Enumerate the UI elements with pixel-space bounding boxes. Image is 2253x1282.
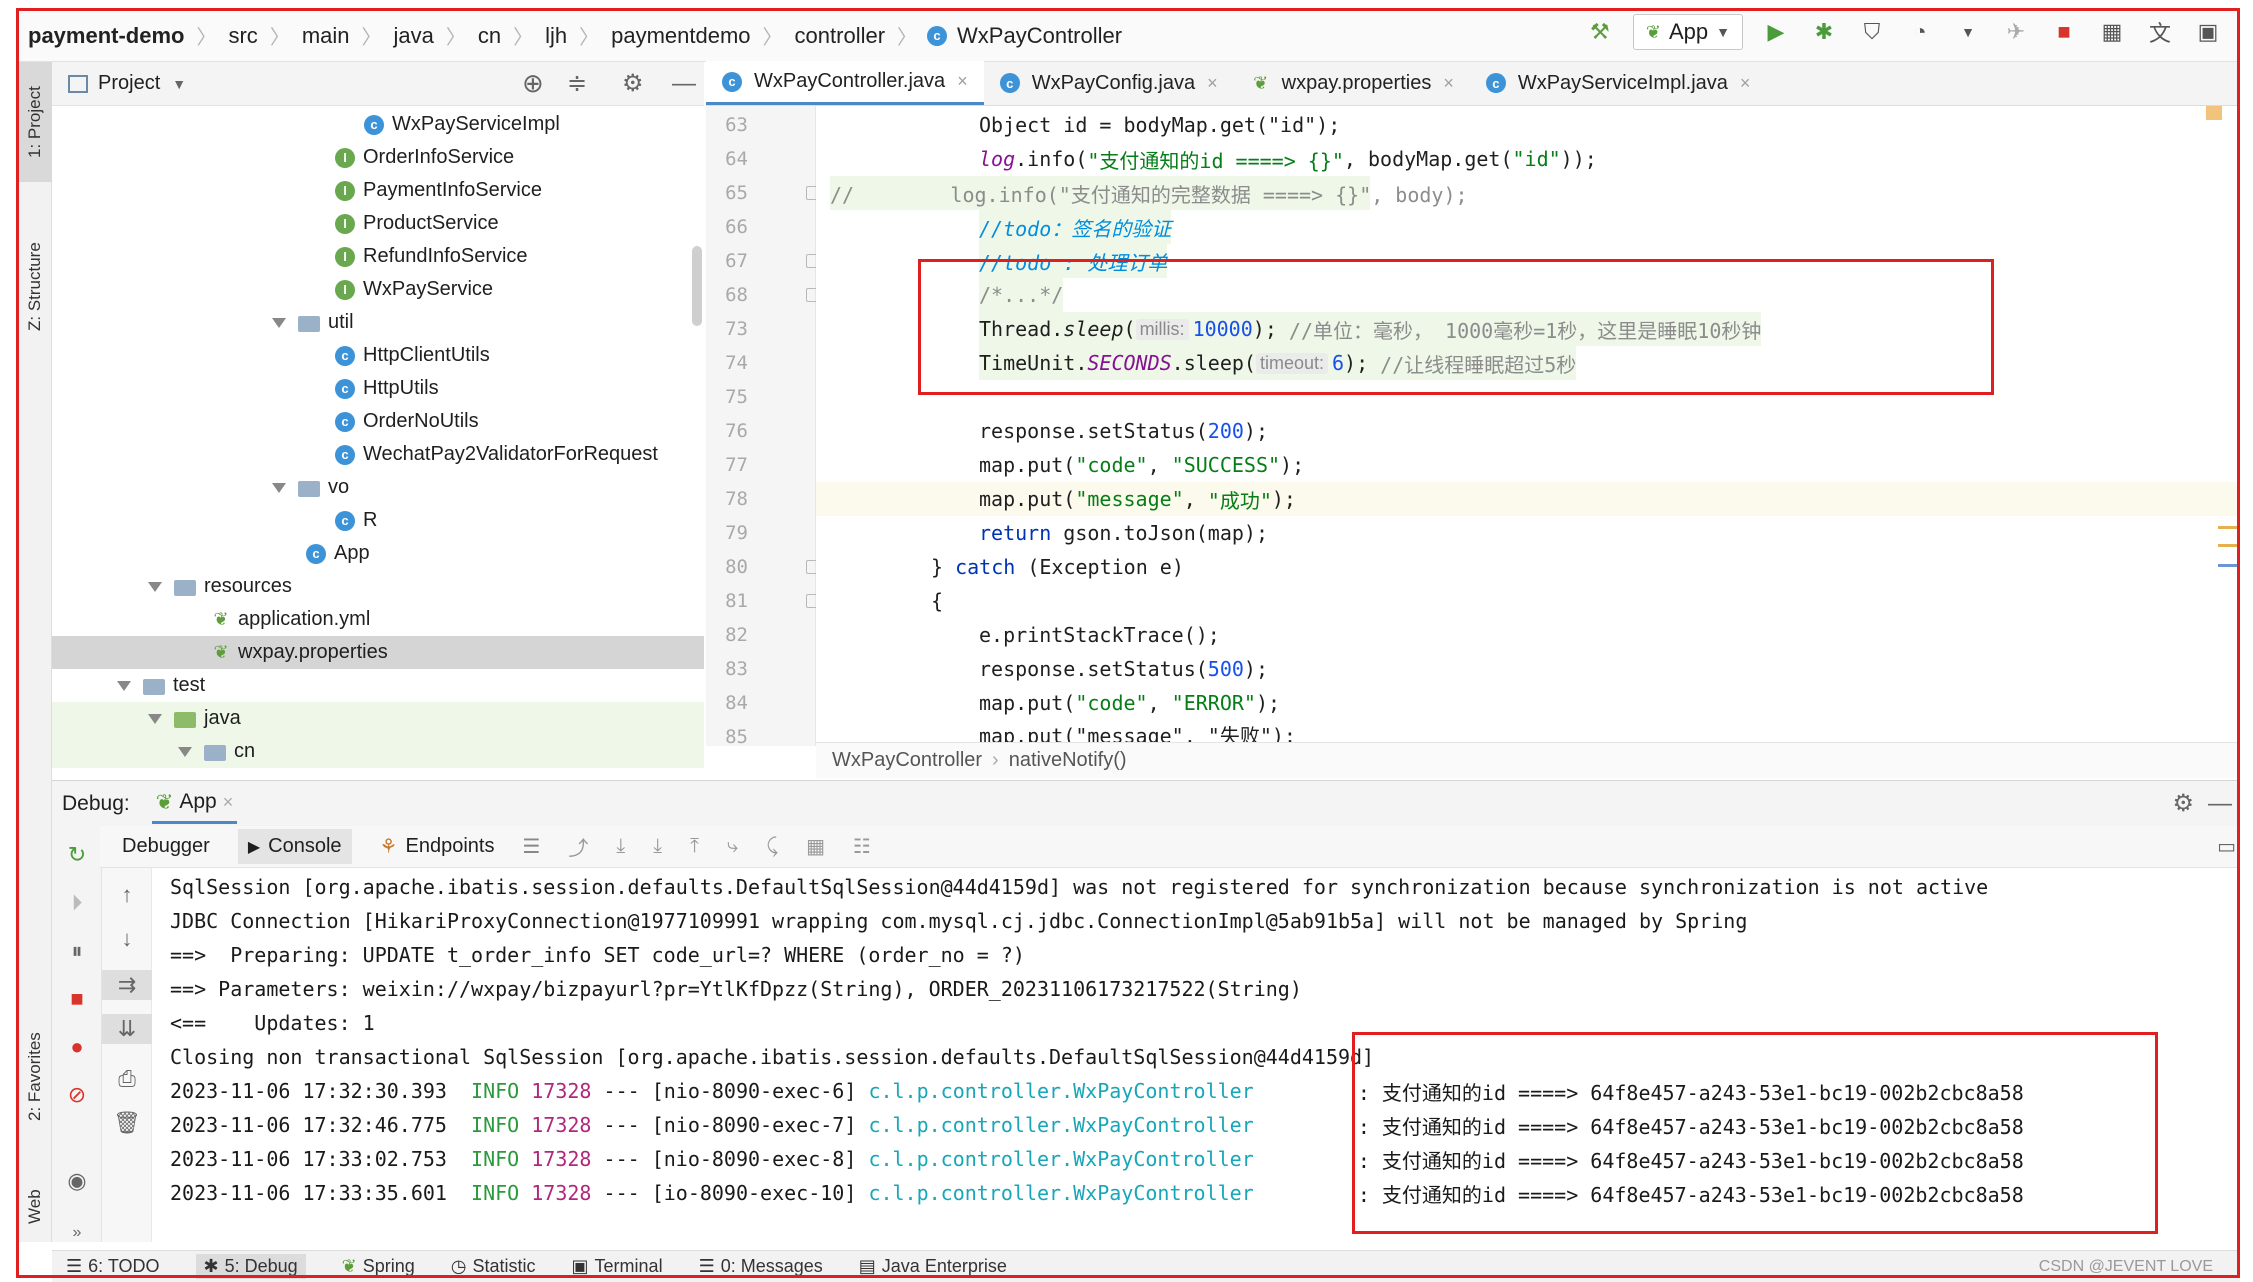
annotation-log-repeat-box — [1352, 1032, 2158, 1234]
annotation-sleep-code-box — [918, 259, 1994, 395]
